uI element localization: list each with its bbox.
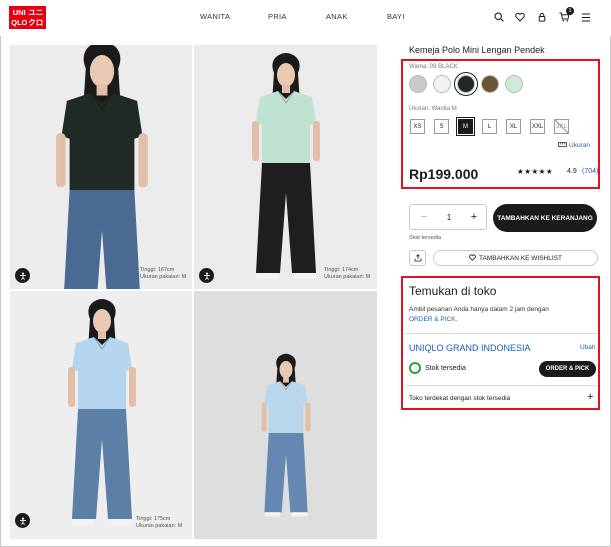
review-count-link[interactable]: (704) bbox=[582, 168, 598, 175]
nav-anak[interactable]: ANAK bbox=[326, 12, 348, 21]
product-price: Rp199.000 bbox=[409, 166, 479, 182]
nearest-stores-link[interactable]: Toko terdekat dengan stok tersedia bbox=[409, 395, 510, 402]
size-option-l[interactable]: L bbox=[482, 119, 497, 134]
zoom-button[interactable] bbox=[199, 268, 214, 283]
stock-note: Stok tersedia bbox=[409, 235, 442, 241]
in-stock-status-icon bbox=[409, 362, 421, 374]
model-info-line: Tinggi: 167cm bbox=[140, 267, 175, 273]
search-icon[interactable] bbox=[493, 11, 505, 23]
model-info: Tinggi: 167cm Ukuran pakaian: M bbox=[140, 267, 186, 281]
expand-plus-icon[interactable]: + bbox=[587, 391, 593, 403]
size-option-xl[interactable]: XL bbox=[506, 119, 521, 134]
product-title: Kemeja Polo Mini Lengan Pendek bbox=[409, 45, 545, 55]
size-option-3xl[interactable]: 3XL bbox=[554, 119, 569, 134]
nav-pria[interactable]: PRIA bbox=[268, 12, 287, 21]
wishlist-label: TAMBAHKAN KE WISHLIST bbox=[479, 254, 562, 262]
model-info-line: Ukuran pakaian: M bbox=[324, 274, 371, 280]
size-option-s[interactable]: S bbox=[434, 119, 449, 134]
store-section-title: Temukan di toko bbox=[409, 284, 497, 298]
ruler-icon bbox=[558, 142, 567, 149]
size-option-xxl[interactable]: XXL bbox=[530, 119, 545, 134]
photo-mint-shirt[interactable] bbox=[194, 45, 377, 289]
cart-icon[interactable]: 1 bbox=[558, 7, 574, 23]
model-info: Tinggi: 175cm Ukuran pakaian: M bbox=[136, 516, 182, 530]
heart-outline-icon bbox=[469, 254, 476, 263]
add-to-wishlist-button[interactable]: TAMBAHKAN KE WISHLIST bbox=[433, 250, 598, 266]
nav-wanita[interactable]: WANITA bbox=[200, 12, 230, 21]
model-info-line: Tinggi: 175cm bbox=[136, 516, 171, 522]
model-body-icon bbox=[19, 267, 27, 285]
heart-icon[interactable] bbox=[514, 11, 526, 23]
model-info-line: Ukuran pakaian: M bbox=[140, 274, 187, 280]
model-info: Tinggi: 174cm Ukuran pakaian: M bbox=[324, 267, 370, 281]
size-guide-link[interactable]: Ukuran bbox=[558, 142, 590, 149]
increase-qty-button[interactable]: + bbox=[468, 211, 480, 223]
share-icon bbox=[414, 249, 422, 267]
store-description: Ambil pesanan Anda hanya dalam 2 jam den… bbox=[409, 305, 589, 325]
store-desc-text: Ambil pesanan Anda hanya dalam 2 jam den… bbox=[409, 306, 549, 313]
store-stock-status: Stok tersedia bbox=[425, 365, 466, 372]
nav-bayi[interactable]: BAYI bbox=[387, 12, 405, 21]
swatch-black[interactable] bbox=[454, 72, 478, 96]
color-label: Warna: 09 BLACK bbox=[409, 64, 458, 70]
user-icon[interactable] bbox=[536, 11, 548, 23]
rating-stars-icon: ★★★★★ bbox=[517, 167, 554, 176]
swatch-offwhite[interactable] bbox=[433, 75, 451, 93]
swatch-mint[interactable] bbox=[505, 75, 523, 93]
photo-black-shirt[interactable] bbox=[10, 45, 192, 289]
model-info-line: Ukuran pakaian: M bbox=[136, 523, 183, 529]
store-name-link[interactable]: UNIQLO GRAND INDONESIA bbox=[409, 343, 531, 353]
zoom-button[interactable] bbox=[15, 513, 30, 528]
site-header: UNI ユニ QLO クロ WANITA PRIA ANAK BAYI 1 bbox=[0, 0, 611, 36]
size-label: Ukuran: Wanita M bbox=[409, 106, 457, 112]
rating-value: 4.9 bbox=[567, 168, 577, 175]
model-body-icon bbox=[203, 267, 211, 285]
quantity-stepper: − 1 + bbox=[409, 204, 487, 230]
cart-count-badge: 1 bbox=[566, 7, 574, 15]
store-desc-suffix: . bbox=[455, 316, 458, 323]
size-option-xs[interactable]: XS bbox=[410, 119, 425, 134]
zoom-button[interactable] bbox=[15, 268, 30, 283]
swatch-gray[interactable] bbox=[409, 75, 427, 93]
photo-blue-shirt-back[interactable] bbox=[194, 291, 377, 539]
model-info-line: Tinggi: 174cm bbox=[324, 267, 359, 273]
size-guide-label: Ukuran bbox=[569, 142, 590, 149]
share-button[interactable] bbox=[409, 250, 426, 266]
divider bbox=[405, 385, 597, 386]
model-body-icon bbox=[19, 512, 27, 530]
change-store-link[interactable]: Ubah bbox=[580, 344, 596, 351]
quantity-value[interactable]: 1 bbox=[443, 213, 455, 222]
size-option-m[interactable]: M bbox=[456, 117, 475, 136]
photo-blue-shirt-front[interactable] bbox=[10, 291, 192, 539]
order-pick-link[interactable]: ORDER & PICK bbox=[409, 316, 456, 323]
swatch-brown[interactable] bbox=[481, 75, 499, 93]
order-pick-button[interactable]: ORDER & PICK bbox=[539, 361, 596, 377]
menu-icon[interactable] bbox=[580, 11, 592, 23]
add-to-cart-button[interactable]: TAMBAHKAN KE KERANJANG bbox=[493, 204, 597, 232]
divider bbox=[405, 333, 597, 334]
decrease-qty-button[interactable]: − bbox=[418, 211, 430, 223]
